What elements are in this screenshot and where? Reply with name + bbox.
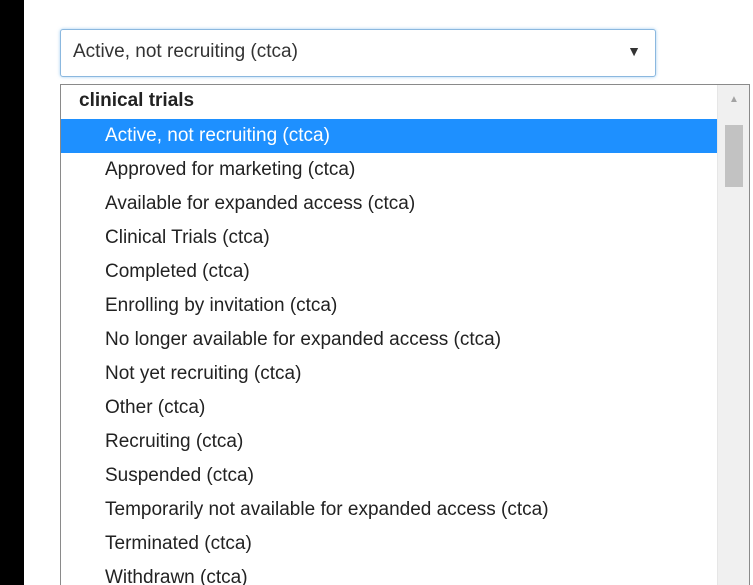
option-available-for-expanded-access[interactable]: Available for expanded access (ctca) [61, 187, 717, 221]
option-no-longer-available[interactable]: No longer available for expanded access … [61, 323, 717, 357]
optgroup-label: clinical trials [79, 90, 195, 111]
select-dropdown-list[interactable]: clinical trials Active, not recruiting (… [60, 84, 750, 585]
option-approved-for-marketing[interactable]: Approved for marketing (ctca) [61, 153, 717, 187]
scrollbar-thumb[interactable] [725, 125, 743, 187]
option-clinical-trials[interactable]: Clinical Trials (ctca) [61, 221, 717, 255]
option-terminated[interactable]: Terminated (ctca) [61, 527, 717, 561]
option-recruiting[interactable]: Recruiting (ctca) [61, 425, 717, 459]
option-list: Active, not recruiting (ctca) Approved f… [61, 119, 717, 585]
status-select[interactable]: Active, not recruiting (ctca) ▼ [60, 29, 656, 77]
vertical-scrollbar[interactable]: ▲ [717, 85, 749, 585]
select-current-value: Active, not recruiting (ctca) [73, 41, 298, 62]
scroll-up-arrow-icon[interactable]: ▲ [718, 91, 749, 109]
option-suspended[interactable]: Suspended (ctca) [61, 459, 717, 493]
option-not-yet-recruiting[interactable]: Not yet recruiting (ctca) [61, 357, 717, 391]
option-enrolling-by-invitation[interactable]: Enrolling by invitation (ctca) [61, 289, 717, 323]
chevron-down-icon[interactable]: ▼ [627, 44, 641, 58]
option-other[interactable]: Other (ctca) [61, 391, 717, 425]
option-completed[interactable]: Completed (ctca) [61, 255, 717, 289]
option-active-not-recruiting[interactable]: Active, not recruiting (ctca) [61, 119, 717, 153]
option-withdrawn[interactable]: Withdrawn (ctca) [61, 561, 717, 585]
screen: Active, not recruiting (ctca) ▼ clinical… [0, 0, 753, 585]
option-temporarily-not-available[interactable]: Temporarily not available for expanded a… [61, 493, 717, 527]
